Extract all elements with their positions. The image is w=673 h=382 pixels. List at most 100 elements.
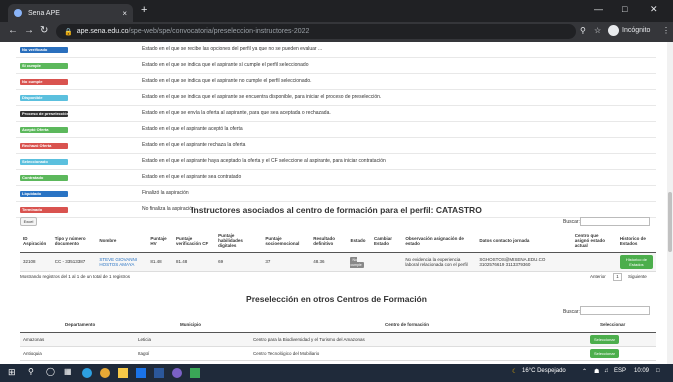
- incognito-label: Incógnito: [622, 27, 651, 34]
- col-departamento[interactable]: Departamento: [20, 318, 135, 333]
- weather-text[interactable]: 16°C Despejado: [522, 368, 566, 374]
- legend-row: Contratado Estado en el que el aspirante …: [16, 170, 656, 186]
- page-scrollbar[interactable]: [667, 42, 673, 364]
- browser-tab[interactable]: Sena APE ×: [8, 4, 133, 22]
- tray-chevron-icon[interactable]: ⌃: [582, 368, 587, 375]
- clock[interactable]: 10:09: [634, 368, 649, 374]
- cell-mun: Itagüí: [135, 346, 250, 361]
- table-row: Antioquia Itagüí Centro Tecnológico del …: [20, 346, 656, 361]
- notifications-icon[interactable]: □: [656, 368, 660, 374]
- col-seleccionar[interactable]: Seleccionar: [570, 318, 656, 333]
- excel-app-icon[interactable]: [190, 368, 200, 378]
- column-header[interactable]: Datos contacto jornada: [476, 230, 572, 253]
- menu-icon[interactable]: ⋮: [662, 26, 670, 35]
- favicon-icon: [14, 9, 22, 17]
- file-explorer-icon[interactable]: [118, 368, 128, 378]
- legend-row: Seleccionado Estado en el que el aspirant…: [16, 154, 656, 170]
- zoom-icon[interactable]: ⚲: [580, 26, 586, 35]
- historico-button[interactable]: Historico de Estados: [619, 254, 653, 269]
- incognito-indicator[interactable]: Incógnito: [608, 25, 650, 36]
- search-label-2: Buscar:: [563, 309, 580, 315]
- close-tab-icon[interactable]: ×: [122, 9, 127, 18]
- edge-icon[interactable]: [82, 368, 92, 378]
- seleccionar-button[interactable]: Seleccionar: [590, 334, 619, 344]
- tab-title: Sena APE: [28, 9, 60, 17]
- table-row: Amazonas Leticia Centro para la Biodiver…: [20, 332, 656, 347]
- column-header[interactable]: Historico de Estados: [616, 230, 656, 253]
- cell-observacion: No evidencia la experiencia laboral rela…: [402, 252, 477, 272]
- legend-row: Si cumple Estado en el que se indica que …: [16, 58, 656, 74]
- legend-row: Proceso de preselección Estado en el que …: [16, 106, 656, 122]
- cell-hv: 81.48: [147, 252, 174, 272]
- windows-start-icon[interactable]: ⊞: [8, 367, 18, 377]
- cell-habilidades: 69: [215, 252, 263, 272]
- cell-resultado: 48.36: [310, 252, 348, 272]
- legend-row: Liquidado Finalizó la aspiración: [16, 186, 656, 202]
- col-centro[interactable]: Centro de formación: [250, 318, 570, 333]
- column-header[interactable]: ID Aspiración: [20, 230, 52, 253]
- cell-mun: Leticia: [135, 332, 250, 347]
- status-badge: Disponible: [20, 94, 68, 101]
- prev-page-button[interactable]: Anterior: [590, 274, 606, 279]
- scrollbar-thumb[interactable]: [668, 192, 672, 252]
- task-view-icon[interactable]: ◯: [46, 367, 56, 377]
- next-page-button[interactable]: Siguiente: [628, 274, 647, 279]
- col-municipio[interactable]: Municipio: [135, 318, 250, 333]
- column-header[interactable]: Puntaje verificación CF: [173, 230, 216, 253]
- status-legend: No verificado Estado en el que se recibe …: [16, 42, 656, 218]
- back-icon[interactable]: ←: [8, 25, 18, 36]
- network-icon[interactable]: ☗: [594, 368, 599, 375]
- legend-description: Estado en el que el aspirante rechaza la…: [142, 142, 246, 148]
- column-header[interactable]: Puntaje habilidades digitales: [215, 230, 263, 253]
- search-icon[interactable]: ⚲: [28, 367, 38, 377]
- bookmark-star-icon[interactable]: ☆: [594, 26, 601, 35]
- legend-description: Estado en el que se envía la oferta al a…: [142, 110, 331, 116]
- search-input[interactable]: [580, 217, 650, 226]
- maximize-icon[interactable]: □: [622, 4, 627, 14]
- cell-btn: Seleccionar: [570, 332, 656, 347]
- table-info: Mostrando registros del 1 al 1 de un tot…: [20, 274, 131, 279]
- column-header[interactable]: Cambiar Estado: [371, 230, 403, 253]
- column-header[interactable]: Puntaje HV: [147, 230, 174, 253]
- status-badge: No cumple: [20, 78, 68, 85]
- status-badge: No verificado: [20, 46, 68, 53]
- cell-btn: Seleccionar: [570, 346, 656, 361]
- column-header[interactable]: Estado: [347, 230, 372, 253]
- address-bar[interactable]: 🔒 ape.sena.edu.co /spe-web/spe/convocato…: [56, 24, 576, 39]
- new-tab-button[interactable]: +: [141, 4, 147, 16]
- browser-toolbar: ← → ↻ 🔒 ape.sena.edu.co /spe-web/spe/con…: [0, 22, 673, 42]
- language-indicator[interactable]: ESP: [614, 368, 626, 374]
- column-header[interactable]: Observación asignación de estado: [402, 230, 477, 253]
- app-icon[interactable]: [172, 368, 182, 378]
- cell-verif: 81.48: [173, 252, 216, 272]
- search-input-2[interactable]: [580, 306, 650, 315]
- reload-icon[interactable]: ↻: [40, 25, 48, 36]
- cell-centro: Centro para la Biodiversidad y el Turism…: [250, 332, 570, 347]
- close-window-icon[interactable]: ✕: [650, 4, 658, 15]
- status-badge: No cumple: [350, 256, 364, 268]
- word-icon[interactable]: [154, 368, 164, 378]
- incognito-icon: [608, 25, 619, 36]
- store-icon[interactable]: [136, 368, 146, 378]
- column-header[interactable]: Tipo y número documento: [51, 230, 97, 253]
- minimize-icon[interactable]: —: [594, 4, 603, 14]
- forward-icon[interactable]: →: [24, 25, 34, 36]
- section-title-otros-centros: Preselección en otros Centros de Formaci…: [246, 294, 427, 304]
- status-badge: Rechazó Oferta: [20, 142, 68, 149]
- chrome-icon[interactable]: [100, 368, 110, 378]
- page-number-button[interactable]: 1: [613, 273, 622, 281]
- volume-icon[interactable]: ♫: [604, 368, 609, 374]
- cell-dep: Antioquia: [20, 346, 135, 361]
- column-header[interactable]: Puntaje socioemocional: [262, 230, 311, 253]
- column-header[interactable]: Nombre: [96, 230, 148, 253]
- column-header[interactable]: Resultado definitivo: [310, 230, 348, 253]
- widgets-icon[interactable]: ▦: [64, 367, 74, 377]
- seleccionar-button[interactable]: Seleccionar: [590, 348, 619, 358]
- cell-name-link[interactable]: STEVE GIOVANNI HOSTOS AMAYA: [96, 252, 148, 272]
- legend-description: Estado en el que se indica que el aspira…: [142, 94, 382, 100]
- status-badge: Contratado: [20, 174, 68, 181]
- column-header[interactable]: Centro que asignó estado actual: [571, 230, 617, 253]
- excel-button[interactable]: Excel: [20, 217, 37, 226]
- legend-row: No cumple Estado en el que se indica que …: [16, 74, 656, 90]
- otros-centros-table: Departamento Municipio Centro de formaci…: [20, 318, 656, 361]
